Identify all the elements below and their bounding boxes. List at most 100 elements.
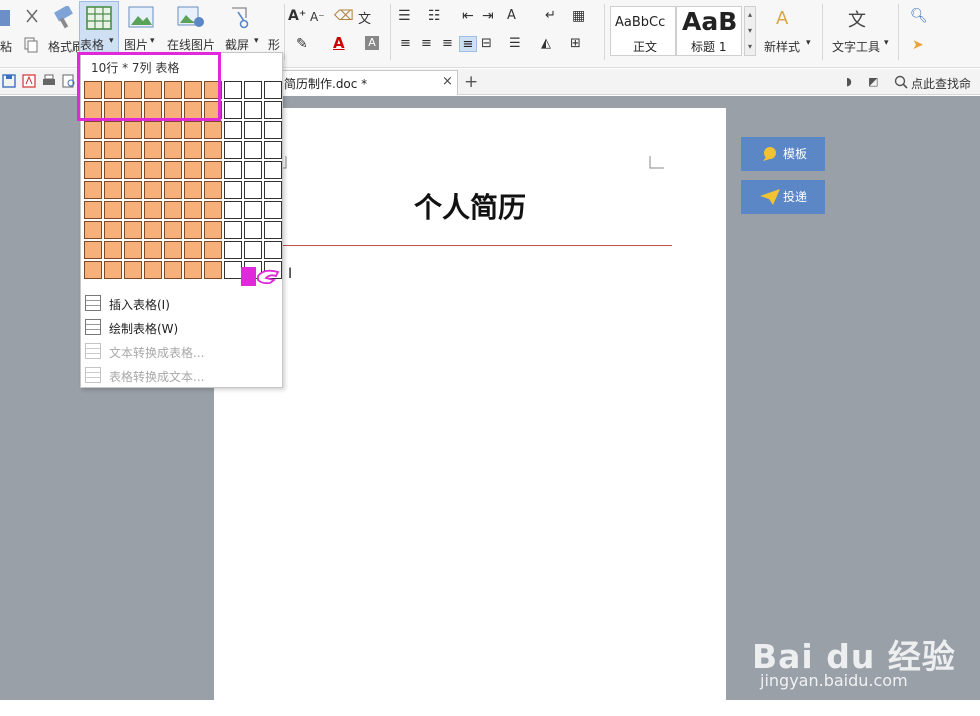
picture-icon[interactable] xyxy=(128,6,154,28)
copy-icon[interactable] xyxy=(24,37,38,53)
table-grid-cell[interactable] xyxy=(184,261,202,279)
screenshot-icon[interactable] xyxy=(230,6,254,30)
table-grid-cell[interactable] xyxy=(144,121,162,139)
table-grid-cell[interactable] xyxy=(124,121,142,139)
text-tools-dropdown-icon[interactable]: ▾ xyxy=(884,38,889,48)
table-grid-cell[interactable] xyxy=(84,261,102,279)
table-grid-cell[interactable] xyxy=(184,241,202,259)
table-grid-cell[interactable] xyxy=(264,121,282,139)
table-grid-cell[interactable] xyxy=(204,201,222,219)
table-grid-cell[interactable] xyxy=(84,221,102,239)
text-tools-label[interactable]: 文字工具 xyxy=(832,38,880,55)
save-icon[interactable] xyxy=(2,74,16,88)
table-grid-cell[interactable] xyxy=(224,221,242,239)
numbered-list-icon[interactable]: ☷ xyxy=(428,8,441,24)
table-grid-cell[interactable] xyxy=(104,201,122,219)
line-spacing-icon[interactable]: ☰ xyxy=(509,36,521,51)
table-grid-cell[interactable] xyxy=(164,121,182,139)
submit-button[interactable]: 投递 xyxy=(741,180,825,214)
command-search[interactable]: 点此查找命 xyxy=(911,75,971,92)
table-grid-cell[interactable] xyxy=(224,201,242,219)
table-grid-cell[interactable] xyxy=(164,181,182,199)
table-grid-cell[interactable] xyxy=(264,201,282,219)
table-grid-cell[interactable] xyxy=(204,121,222,139)
style-normal[interactable]: AaBbCc 正文 xyxy=(610,6,676,56)
table-grid-cell[interactable] xyxy=(264,181,282,199)
table-label[interactable]: 表格 xyxy=(80,36,104,53)
search-icon[interactable] xyxy=(894,75,908,89)
align-right-icon[interactable]: ≡ xyxy=(442,36,453,51)
table-grid-cell[interactable] xyxy=(204,141,222,159)
table-grid-cell[interactable] xyxy=(104,121,122,139)
shape-label[interactable]: 形 xyxy=(268,36,280,53)
table-grid-cell[interactable] xyxy=(164,241,182,259)
table-grid-cell[interactable] xyxy=(204,161,222,179)
find-replace-icon[interactable]: 🔍︎ xyxy=(910,8,928,24)
table-grid-cell[interactable] xyxy=(124,261,142,279)
screenshot-label[interactable]: 截屏 xyxy=(225,36,249,53)
table-grid-cell[interactable] xyxy=(244,81,262,99)
table-grid-cell[interactable] xyxy=(84,141,102,159)
table-grid-cell[interactable] xyxy=(104,221,122,239)
table-grid-cell[interactable] xyxy=(184,141,202,159)
table-grid-cell[interactable] xyxy=(244,201,262,219)
table-grid-cell[interactable] xyxy=(184,201,202,219)
table-grid-cell[interactable] xyxy=(84,121,102,139)
table-grid-cell[interactable] xyxy=(164,221,182,239)
table-grid-cell[interactable] xyxy=(264,141,282,159)
distribute-icon[interactable]: ⊟ xyxy=(481,36,492,51)
document-tab[interactable]: 简历制作.doc * × xyxy=(280,70,458,95)
template-button[interactable]: 模板 xyxy=(741,137,825,171)
table-grid-cell[interactable] xyxy=(164,261,182,279)
table-grid-cell[interactable] xyxy=(164,201,182,219)
table-menu-item[interactable]: 绘制表格(W) xyxy=(109,320,178,337)
screenshot-dropdown-icon[interactable]: ▾ xyxy=(254,36,259,46)
table-grid-cell[interactable] xyxy=(264,241,282,259)
table-grid-cell[interactable] xyxy=(264,161,282,179)
print-icon[interactable] xyxy=(42,74,56,88)
table-menu-item[interactable]: 文本转换成表格... xyxy=(109,344,204,361)
resume-heading[interactable]: 个人简历 xyxy=(214,186,726,226)
table-grid-cell[interactable] xyxy=(84,241,102,259)
table-grid-cell[interactable] xyxy=(144,161,162,179)
table-grid-cell[interactable] xyxy=(144,141,162,159)
table-grid-cell[interactable] xyxy=(124,181,142,199)
text-direction-icon[interactable]: A xyxy=(507,8,516,23)
table-grid-cell[interactable] xyxy=(144,261,162,279)
table-grid-cell[interactable] xyxy=(184,181,202,199)
text-tools-icon[interactable]: 文 xyxy=(848,6,866,32)
table-grid-cell[interactable] xyxy=(264,81,282,99)
picture-dropdown-icon[interactable]: ▾ xyxy=(150,36,155,46)
cut-icon[interactable] xyxy=(24,8,40,24)
table-grid-cell[interactable] xyxy=(224,241,242,259)
table-grid-cell[interactable] xyxy=(144,241,162,259)
table-grid-cell[interactable] xyxy=(244,161,262,179)
clear-format-icon[interactable]: ⌫ xyxy=(334,8,354,24)
print-preview-icon[interactable] xyxy=(62,74,76,88)
align-justify-icon[interactable]: ≡ xyxy=(459,36,477,52)
table-grid-cell[interactable] xyxy=(104,261,122,279)
style-heading1[interactable]: AaB 标题 1 xyxy=(676,6,742,56)
table-grid-cell[interactable] xyxy=(184,221,202,239)
pdf-icon[interactable] xyxy=(22,74,36,88)
table-grid-cell[interactable] xyxy=(224,101,242,119)
table-grid-cell[interactable] xyxy=(144,181,162,199)
grow-font-icon[interactable]: A⁺ xyxy=(288,8,306,24)
table-grid-cell[interactable] xyxy=(124,161,142,179)
table-grid-cell[interactable] xyxy=(124,221,142,239)
document-map-icon[interactable]: ◗ xyxy=(846,75,852,88)
bullet-list-icon[interactable]: ☰ xyxy=(398,8,411,24)
styles-scroll[interactable]: ▴ ▾ ▾ xyxy=(744,6,756,56)
table-grid-cell[interactable] xyxy=(224,81,242,99)
table-grid-cell[interactable] xyxy=(104,241,122,259)
document-page[interactable]: 个人简历 I xyxy=(214,108,726,700)
align-center-icon[interactable]: ≡ xyxy=(421,36,432,51)
new-tab-icon[interactable]: + xyxy=(464,72,478,92)
char-shading-icon[interactable]: A xyxy=(365,36,379,50)
online-picture-icon[interactable] xyxy=(177,6,205,28)
increase-indent-icon[interactable]: ⇥ xyxy=(482,8,494,24)
table-grid-cell[interactable] xyxy=(164,161,182,179)
phonetic-icon[interactable]: 文 xyxy=(358,8,371,27)
show-marks-icon[interactable]: ↵ xyxy=(545,8,556,23)
table-grid-cell[interactable] xyxy=(164,141,182,159)
